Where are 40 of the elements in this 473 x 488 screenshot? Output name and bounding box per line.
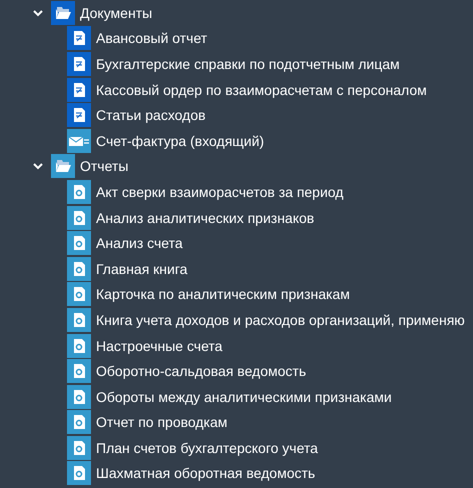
tree-item-label[interactable]: Анализ аналитических признаков [96,210,314,226]
report-icon [67,231,91,256]
tree-item-label[interactable]: Акт сверки взаиморасчетов за период [96,184,344,200]
report-icon [67,334,91,358]
tree-item-label[interactable]: Счет-фактура (входящий) [96,132,264,149]
tree-item-label[interactable]: Авансовый отчет [96,30,208,46]
report-icon [67,410,91,434]
document-icon [67,78,91,102]
report-icon [67,461,91,486]
report-icon [67,180,91,204]
folder-icon [51,154,75,178]
tree-item-label[interactable]: Книга учета доходов и расходов организаций, применяю [96,312,465,328]
tree-item-label[interactable]: Анализ счета [96,235,183,252]
report-icon [67,359,91,384]
report-icon [67,308,91,332]
report-icon [67,436,91,460]
tree-item-label[interactable]: Отчет по проводкам [96,414,228,430]
tree-item-label[interactable]: Главная книга [96,260,188,277]
tree-item-label[interactable]: Карточка по аналитическим признакам [96,286,350,302]
report-icon [67,256,91,281]
caret-icon[interactable] [33,8,43,17]
report-icon [67,206,91,230]
tree-item-label[interactable]: Настроечные счета [96,338,222,354]
tree-item-label[interactable]: План счетов бухгалтерского учета [96,440,318,456]
tree-item-label[interactable]: Статьи расходов [96,107,206,124]
document-icon [67,26,91,50]
document-icon [67,103,91,128]
report-icon [67,384,91,409]
tree-item-label[interactable]: Бухгалтерские справки по подотчетным лицам [96,56,400,72]
tree-item-label[interactable]: Шахматная оборотная ведомость [96,465,316,482]
document-icon [67,52,91,76]
tree-item-label[interactable]: Оборотно-сальдовая ведомость [96,363,306,380]
folder-label[interactable]: Документы [80,4,152,21]
tree-item-label[interactable]: Обороты между аналитическими признаками [96,388,392,405]
envelope-icon [67,128,91,153]
tree-item-label[interactable]: Кассовый ордер по взаиморасчетам с персоналом [96,82,427,98]
folder-label[interactable]: Отчеты [80,158,128,174]
report-icon [67,282,91,306]
caret-icon[interactable] [33,162,43,170]
folder-icon [51,0,75,25]
